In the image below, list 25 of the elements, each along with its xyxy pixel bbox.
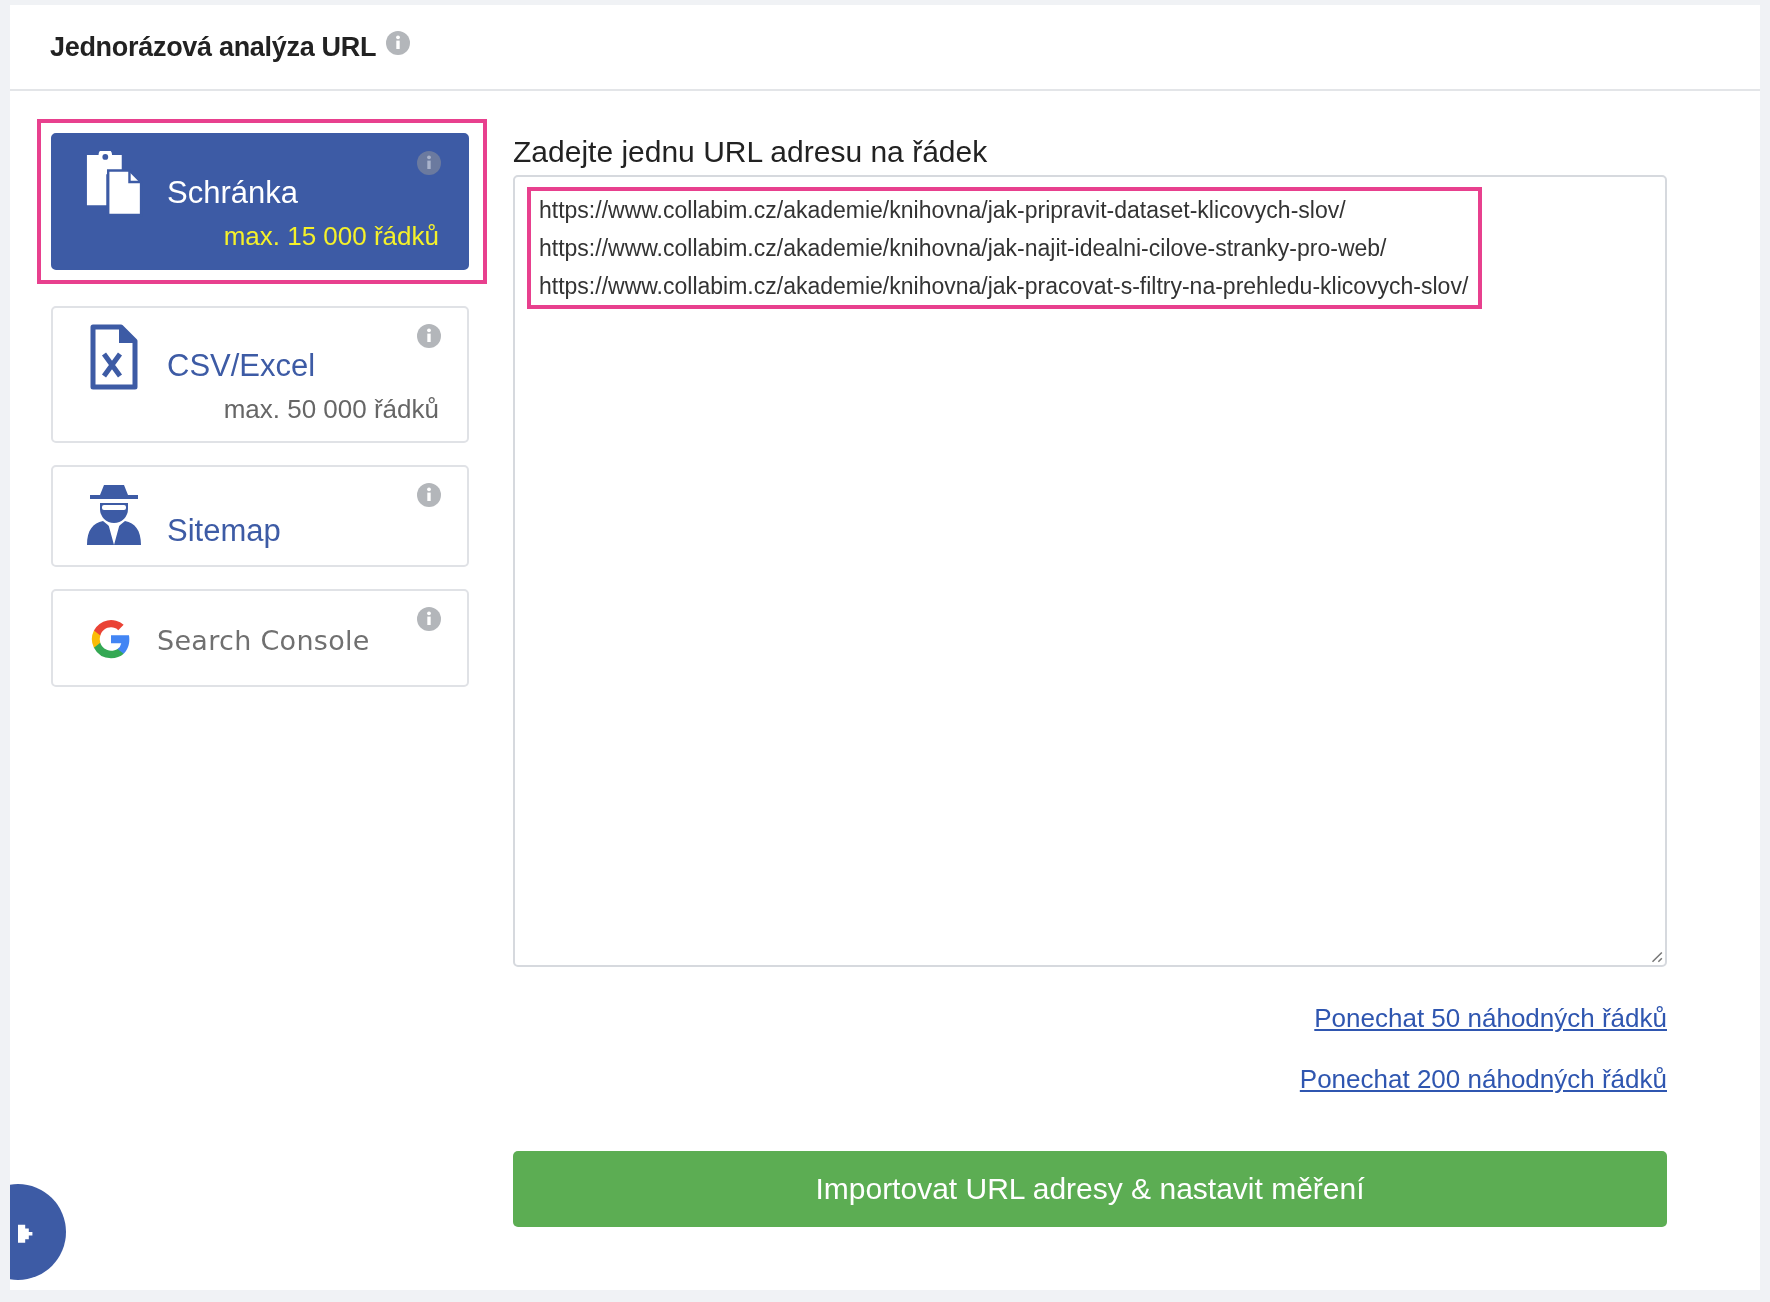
sample-rows-link[interactable]: Ponechat 200 náhodných řádků: [1299, 1064, 1667, 1095]
clipboard-icon: [85, 151, 143, 217]
info-icon[interactable]: [417, 483, 441, 507]
url-line: https://www.collabim.cz/akademie/knihovna/jak-pripravit-dataset-klicovych-slov/: [539, 196, 1347, 225]
info-icon[interactable]: [417, 151, 441, 175]
source-option[interactable]: Sitemap: [51, 465, 469, 567]
row-limit-note: max. 15 000 řádků: [223, 221, 439, 252]
url-textarea[interactable]: [513, 175, 1667, 967]
url-line: https://www.collabim.cz/akademie/knihovna/jak-najit-idealni-cilove-stranky-pro-web/: [539, 234, 1388, 263]
resize-handle-icon[interactable]: [1649, 949, 1663, 963]
url-line: https://www.collabim.cz/akademie/knihovna/jak-pracovat-s-filtry-na-prehledu-klicovych-slov/: [539, 272, 1469, 301]
row-limit-note: max. 50 000 řádků: [223, 394, 439, 425]
source-label: CSV/Excel: [167, 348, 317, 384]
source-label: Schránka: [167, 175, 299, 211]
source-label: Sitemap: [167, 513, 282, 549]
info-icon[interactable]: [386, 31, 411, 55]
source-option[interactable]: Search Console: [51, 589, 469, 687]
source-option[interactable]: CSV/Excel max. 50 000 řádků: [51, 306, 469, 443]
source-option[interactable]: Schránka max. 15 000 řádků: [51, 133, 469, 270]
info-icon[interactable]: [417, 607, 441, 631]
source-label: Search Console: [157, 625, 371, 656]
sample-rows-link[interactable]: Ponechat 50 náhodných řádků: [1314, 1003, 1667, 1034]
field-label: Zadejte jednu URL adresu na řádek: [513, 135, 989, 169]
section-title: Jednorázová analýza URL: [50, 31, 377, 63]
info-icon[interactable]: [417, 324, 441, 348]
